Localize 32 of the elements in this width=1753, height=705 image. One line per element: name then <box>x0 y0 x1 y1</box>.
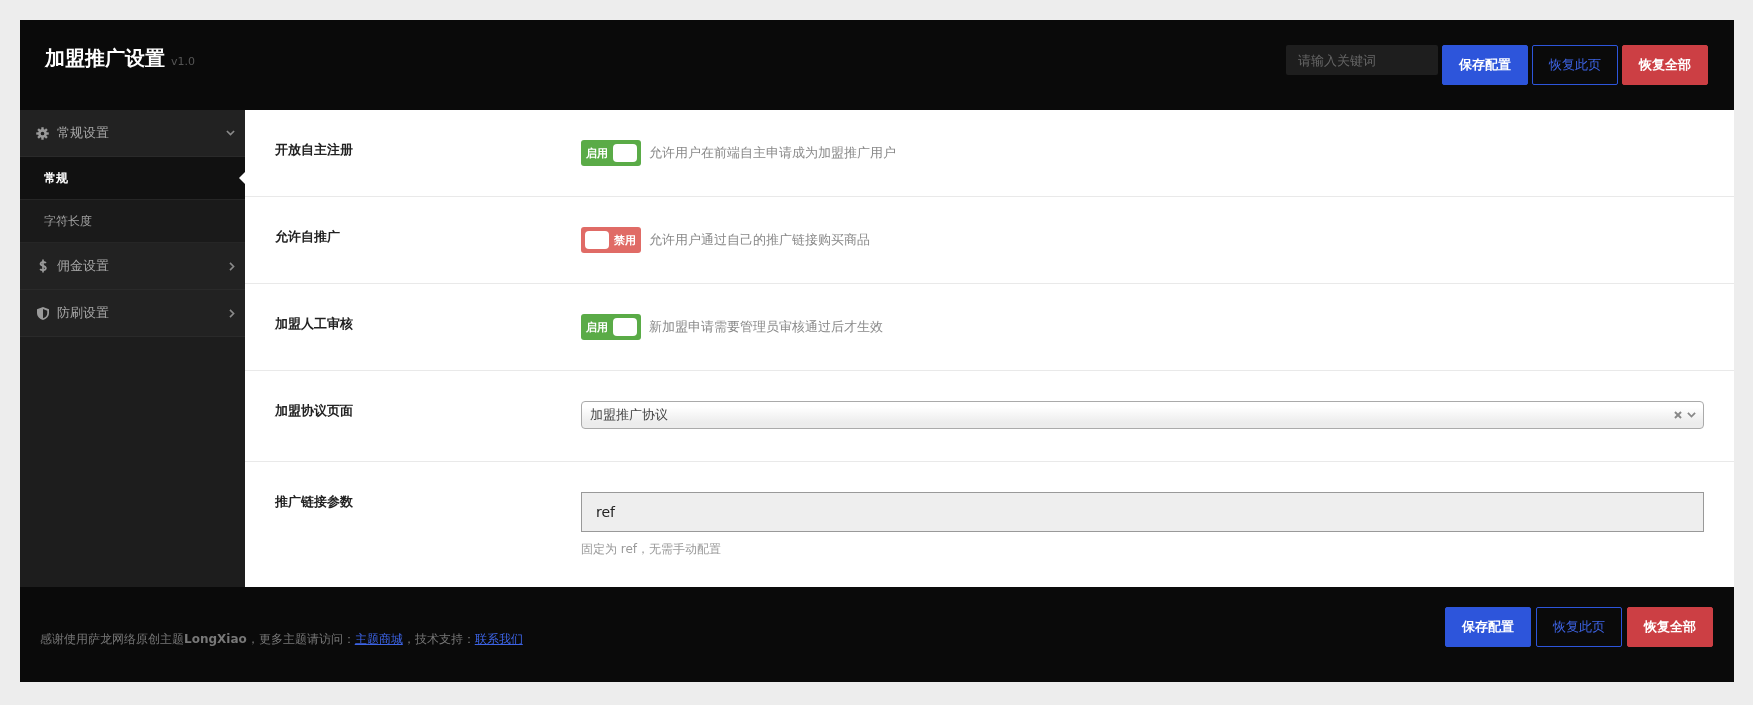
save-button[interactable]: 保存配置 <box>1442 45 1528 85</box>
chevron-down-icon <box>1687 412 1696 418</box>
version-label: v1.0 <box>171 55 195 68</box>
setting-description: 新加盟申请需要管理员审核通过后才生效 <box>649 318 883 336</box>
search-field[interactable]: 请输入关键词 <box>1286 45 1438 75</box>
save-button[interactable]: 保存配置 <box>1445 607 1531 647</box>
restore-all-button[interactable]: 恢复全部 <box>1622 45 1708 85</box>
shield-icon <box>36 306 49 320</box>
sidebar-group[interactable]: 佣金设置 <box>20 243 245 290</box>
gear-icon <box>36 126 49 140</box>
setting-description: 允许用户通过自己的推广链接购买商品 <box>649 231 870 249</box>
sidebar-group[interactable]: 常规设置 <box>20 110 245 157</box>
setting-description: 允许用户在前端自主申请成为加盟推广用户 <box>649 144 896 162</box>
clear-icon[interactable] <box>1674 411 1682 419</box>
dollar-icon <box>38 259 47 273</box>
footer-link[interactable]: 联系我们 <box>474 632 523 646</box>
setting-label: 加盟协议页面 <box>275 402 353 420</box>
setting-label: 允许自推广 <box>275 228 340 246</box>
select-field[interactable]: 加盟推广协议 <box>581 401 1704 429</box>
sidebar-group[interactable]: 防刷设置 <box>20 290 245 337</box>
setting-label: 推广链接参数 <box>275 493 353 511</box>
setting-label: 开放自主注册 <box>275 141 353 159</box>
footer-link[interactable]: 主题商城 <box>354 632 403 646</box>
restore-page-button[interactable]: 恢复此页 <box>1536 607 1622 647</box>
help-text: 固定为 ref，无需手动配置 <box>581 541 722 557</box>
page-title: 加盟推广设置 <box>45 46 165 72</box>
setting-label: 加盟人工审核 <box>275 315 353 333</box>
restore-all-button[interactable]: 恢复全部 <box>1627 607 1713 647</box>
toggle-switch[interactable]: 禁用 <box>581 227 641 253</box>
restore-page-button[interactable]: 恢复此页 <box>1532 45 1618 85</box>
footer-credit: 感谢使用萨龙网络原创主题LongXiao，更多主题请访问：主题商城，技术支持：联系我们 <box>40 632 523 647</box>
sidebar-item[interactable]: 常规 <box>20 157 245 200</box>
